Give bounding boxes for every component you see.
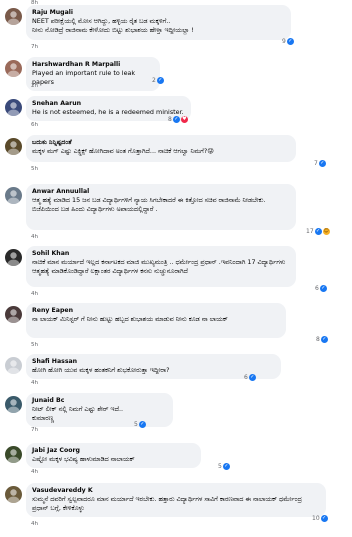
reaction-count: 5 (218, 463, 222, 470)
like-reaction-icon: ✓ (314, 228, 322, 235)
love-reaction-icon: ♥ (180, 116, 188, 123)
comment-bubble: Vasudevareddy K ಸುಮ್ಮನೆ ದವರಿಗೆ ಸ್ವಲ್ಪವಾದರ… (26, 483, 326, 517)
comment-bubble: ಬದುಕು ನಿನ್ನಿಷ್ಟದಂತೆ ಮಕ್ಕಳ ಮಗ್ ಎಷ್ಟು ಎಕ್ಸ್… (26, 135, 296, 162)
like-reaction-icon: ✓ (138, 421, 146, 428)
reaction-count: 17 (306, 228, 314, 235)
comment-time[interactable]: 4h (31, 521, 38, 527)
commenter-name[interactable]: Reny Eapen (32, 306, 279, 315)
comment-bubble: Shafi Hassan ಹೋಗಿ ಹೋಗಿ ಯುವ ಮಕ್ಕಳ ಹಂತಕನಿಗೆ… (26, 354, 281, 379)
commenter-name[interactable]: Sohil Khan (32, 249, 289, 258)
like-reaction-icon: ✓ (320, 515, 328, 522)
like-reaction-icon: ✓ (320, 336, 328, 343)
commenter-name[interactable]: ಬದುಕು ನಿನ್ನಿಷ್ಟದಂತೆ (32, 138, 289, 147)
avatar[interactable] (5, 138, 22, 155)
comment-text: ಮಕ್ಕಳ ಮಗ್ ಎಷ್ಟು ಎಕ್ಸ್ಪಿಕ್ಸ್ ಹೋಗಿದಾವ ಅಂತ … (32, 147, 214, 155)
comment-time[interactable]: 7h (31, 44, 38, 50)
avatar[interactable] (5, 396, 22, 413)
avatar[interactable] (5, 446, 22, 463)
avatar[interactable] (5, 8, 22, 25)
like-reaction-icon: ✓ (286, 38, 294, 45)
comment-text: ಸುಮ್ಮನೆ ದವರಿಗೆ ಸ್ವಲ್ಪವಾದರೂ ಮಾನ ಮರ್ಯಾದೆ ಇ… (32, 495, 302, 512)
comment-bubble: Jabi Jaz Coorg ಎಷ್ಟೋ ಮಕ್ಕಳ ಭವಿಷ್ಯ ಹಾಳುಮಾಡ… (26, 443, 201, 468)
comment-bubble: Harshwardhan R Marpalli Played an importa… (26, 57, 160, 91)
comment-bubble: Anwar Annuullal ಆತ್ಮ ಹತ್ಯೆ ಮಾಡಿದ 15 ಜನ ಬಡ… (26, 184, 296, 230)
like-reaction-icon: ✓ (172, 116, 180, 123)
comment-text: Played an important rule to leak papers (32, 69, 136, 86)
reaction-count: 6 (244, 374, 248, 381)
reaction-summary[interactable]: 5 ✓ (218, 463, 230, 470)
comment-text: ನೀಟ್ ಲೀಕ್ ನಲ್ಲಿ ನಿಮಗೆ ಎಷ್ಟು ಶೇರ್ ಇದೆ.. ಕ… (32, 405, 124, 422)
comment-text: He is not esteemed, he is a redeemed min… (32, 108, 184, 116)
avatar[interactable] (5, 306, 22, 323)
avatar[interactable] (5, 249, 22, 266)
commenter-name[interactable]: Snehan Aarun (32, 99, 184, 108)
reaction-summary[interactable]: 7 ✓ (314, 160, 326, 167)
reaction-summary[interactable]: 5 ✓ (134, 421, 146, 428)
comment-time[interactable]: 5h (31, 166, 38, 172)
reaction-count: 9 (282, 38, 286, 45)
comment-bubble: Snehan Aarun He is not esteemed, he is a … (26, 96, 191, 121)
comment-bubble: Junaid Bc ನೀಟ್ ಲೀಕ್ ನಲ್ಲಿ ನಿಮಗೆ ಎಷ್ಟು ಶೇರ… (26, 393, 173, 427)
haha-reaction-icon: ☺ (322, 228, 330, 235)
reaction-count: 8 (316, 336, 320, 343)
reaction-summary[interactable]: 6 ✓ (244, 374, 256, 381)
comment-time[interactable]: 4h (31, 469, 38, 475)
comment-time[interactable]: 5h (31, 342, 38, 348)
commenter-name[interactable]: Harshwardhan R Marpalli (32, 60, 153, 69)
avatar[interactable] (5, 486, 22, 503)
reaction-count: 8 (168, 116, 172, 123)
reaction-count: 7 (314, 160, 318, 167)
like-reaction-icon: ✓ (318, 160, 326, 167)
reaction-summary[interactable]: 8 ✓ (316, 336, 328, 343)
comment-text: ಹೋಗಿ ಹೋಗಿ ಯುವ ಮಕ್ಕಳ ಹಂತಕನಿಗೆ ಶುಭಕೋರುತ್ತಾ… (32, 366, 170, 374)
like-reaction-icon: ✓ (319, 285, 327, 292)
reaction-summary[interactable]: 10 ✓ (312, 515, 328, 522)
commenter-name[interactable]: Shafi Hassan (32, 357, 274, 366)
like-reaction-icon: ✓ (222, 463, 230, 470)
comment-time[interactable]: 2h (31, 83, 38, 89)
commenter-name[interactable]: Raju Mugali (32, 8, 284, 17)
comment-text: ಆತ್ಮ ಹತ್ಯೆ ಮಾಡಿದ 15 ಜನ ಬಡ ವಿದ್ಯಾರ್ಥಿಗಳಿಗ… (32, 196, 266, 213)
comment-time[interactable]: 4h (31, 234, 38, 240)
avatar[interactable] (5, 60, 22, 77)
commenter-name[interactable]: Anwar Annuullal (32, 187, 289, 196)
comment-text: ನಾ ಲಾಯಕ್ ಮಿನಿಸ್ಟರ್ ಗೆ ನೀನು ಹುಟ್ಟು ಹಬ್ಬದ … (32, 315, 228, 323)
comment-bubble: Sohil Khan ನಾಚಿಕೆ ಮಾನ ಮರ್ಯಾದೆ ಇಲ್ಲದ ಕರ್ನಾ… (26, 246, 296, 287)
reaction-count: 2 (152, 77, 156, 84)
comment-time[interactable]: 6h (31, 122, 38, 128)
reaction-summary[interactable]: 2 ✓ (152, 77, 164, 84)
reaction-summary[interactable]: 8 ✓ ♥ (168, 116, 188, 123)
avatar[interactable] (5, 99, 22, 116)
reaction-count: 6 (315, 285, 319, 292)
comment-text: NEET ಪರೀಕ್ಷೆಯಲ್ಲಿ ಮೋಸ ಆಗಿದ್ದು, ಹಳ್ಳಿಯ ರೈ… (32, 17, 194, 34)
like-reaction-icon: ✓ (156, 77, 164, 84)
reaction-summary[interactable]: 9 ✓ (282, 38, 294, 45)
avatar[interactable] (5, 357, 22, 374)
like-reaction-icon: ✓ (248, 374, 256, 381)
comment-time[interactable]: 4h (31, 380, 38, 386)
comment-bubble: Raju Mugali NEET ಪರೀಕ್ಷೆಯಲ್ಲಿ ಮೋಸ ಆಗಿದ್ದು… (26, 5, 291, 40)
comment-text: ನಾಚಿಕೆ ಮಾನ ಮರ್ಯಾದೆ ಇಲ್ಲದ ಕರ್ನಾಟಕದ ಮಾಜಿ ಮ… (32, 258, 286, 275)
avatar[interactable] (5, 187, 22, 204)
comment-text: ಎಷ್ಟೋ ಮಕ್ಕಳ ಭವಿಷ್ಯ ಹಾಳುಮಾಡಿದ ನಾಲಾಯಕ್ (32, 455, 135, 463)
comment-time[interactable]: 4h (31, 291, 38, 297)
comment-bubble: Reny Eapen ನಾ ಲಾಯಕ್ ಮಿನಿಸ್ಟರ್ ಗೆ ನೀನು ಹುಟ… (26, 303, 286, 338)
commenter-name[interactable]: Junaid Bc (32, 396, 166, 405)
commenter-name[interactable]: Jabi Jaz Coorg (32, 446, 194, 455)
commenter-name[interactable]: Vasudevareddy K (32, 486, 319, 495)
reaction-count: 5 (134, 421, 138, 428)
reaction-summary[interactable]: 6 ✓ (315, 285, 327, 292)
comment-time[interactable]: 7h (31, 427, 38, 433)
reaction-count: 10 (312, 515, 320, 522)
reaction-summary[interactable]: 17 ✓ ☺ (306, 228, 330, 235)
